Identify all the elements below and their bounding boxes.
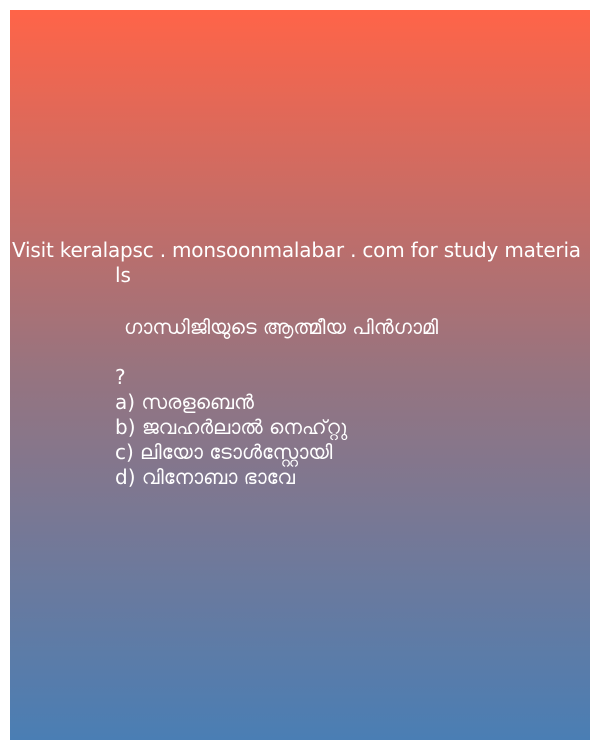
- question-mark: ?: [115, 365, 126, 389]
- option-b: b) ജവഹർലാൽ നെഹ്റ്റു: [115, 415, 348, 439]
- option-d: d) വിനോബാ ഭാവേ: [115, 465, 295, 489]
- question-text: ഗാന്ധിജിയുടെ ആത്മീയ പിൻഗാമി: [124, 315, 439, 339]
- study-material-promo-wrap: ls: [115, 263, 131, 287]
- question-card: Visit keralapsc . monsoonmalabar . com f…: [10, 10, 590, 740]
- option-a: a) സരളബെൻ: [115, 390, 254, 414]
- study-material-promo: Visit keralapsc . monsoonmalabar . com f…: [12, 238, 581, 262]
- option-c: c) ലിയോ ടോൾസ്റ്റോയി: [115, 440, 333, 464]
